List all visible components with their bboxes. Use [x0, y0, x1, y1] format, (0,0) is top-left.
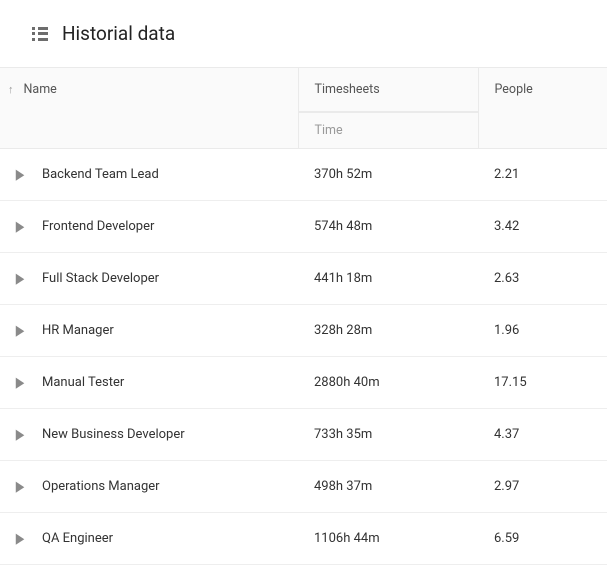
column-header-timesheets[interactable]: Timesheets — [298, 68, 478, 112]
cell-name: Full Stack Developer — [40, 253, 298, 305]
cell-people: 2.21 — [478, 149, 607, 201]
cell-name: New Business Developer — [40, 409, 298, 461]
expand-row-button[interactable]: ▶ — [0, 305, 40, 357]
cell-people: 4.37 — [478, 409, 607, 461]
cell-name: Backend Team Lead — [40, 149, 298, 201]
table-row: ▶ Frontend Developer574h 48m3.42 — [0, 201, 607, 253]
column-header-name[interactable]: ↑ Name — [0, 68, 298, 149]
cell-time: 441h 18m — [298, 253, 478, 305]
column-label: People — [479, 68, 607, 111]
cell-time: 498h 37m — [298, 461, 478, 513]
page-title: Historial data — [62, 22, 175, 45]
cell-name: Frontend Developer — [40, 201, 298, 253]
cell-people: 3.42 — [478, 201, 607, 253]
column-label: Time — [299, 112, 478, 148]
chevron-right-icon: ▶ — [16, 478, 24, 495]
cell-name: HR Manager — [40, 305, 298, 357]
cell-people: 2.63 — [478, 253, 607, 305]
chevron-right-icon: ▶ — [16, 322, 24, 339]
list-icon — [32, 27, 48, 41]
expand-row-button[interactable]: ▶ — [0, 461, 40, 513]
page-header: Historial data — [0, 0, 607, 67]
table-row: ▶ Manual Tester2880h 40m17.15 — [0, 357, 607, 409]
chevron-right-icon: ▶ — [16, 166, 24, 183]
data-table: ↑ Name Timesheets People Time ▶ Backend T… — [0, 67, 607, 565]
table-row: ▶ Full Stack Developer441h 18m2.63 — [0, 253, 607, 305]
table-row: ▶ Backend Team Lead370h 52m2.21 — [0, 149, 607, 201]
chevron-right-icon: ▶ — [16, 270, 24, 287]
expand-row-button[interactable]: ▶ — [0, 409, 40, 461]
column-header-people[interactable]: People — [478, 68, 607, 149]
sort-asc-icon: ↑ — [8, 83, 14, 96]
table-row: ▶ New Business Developer733h 35m4.37 — [0, 409, 607, 461]
chevron-right-icon: ▶ — [16, 426, 24, 443]
expand-row-button[interactable]: ▶ — [0, 253, 40, 305]
column-subheader-time[interactable]: Time — [298, 112, 478, 149]
cell-time: 328h 28m — [298, 305, 478, 357]
expand-row-button[interactable]: ▶ — [0, 149, 40, 201]
cell-people: 1.96 — [478, 305, 607, 357]
cell-time: 733h 35m — [298, 409, 478, 461]
table-row: ▶ Operations Manager498h 37m2.97 — [0, 461, 607, 513]
cell-people: 2.97 — [478, 461, 607, 513]
cell-time: 2880h 40m — [298, 357, 478, 409]
table-row: ▶ HR Manager328h 28m1.96 — [0, 305, 607, 357]
expand-row-button[interactable]: ▶ — [0, 357, 40, 409]
cell-time: 370h 52m — [298, 149, 478, 201]
chevron-right-icon: ▶ — [16, 218, 24, 235]
cell-people: 17.15 — [478, 357, 607, 409]
cell-time: 574h 48m — [298, 201, 478, 253]
expand-row-button[interactable]: ▶ — [0, 201, 40, 253]
cell-name: Operations Manager — [40, 461, 298, 513]
column-label: Timesheets — [299, 68, 478, 111]
column-label: Name — [24, 82, 57, 97]
chevron-right-icon: ▶ — [16, 374, 24, 391]
cell-name: Manual Tester — [40, 357, 298, 409]
